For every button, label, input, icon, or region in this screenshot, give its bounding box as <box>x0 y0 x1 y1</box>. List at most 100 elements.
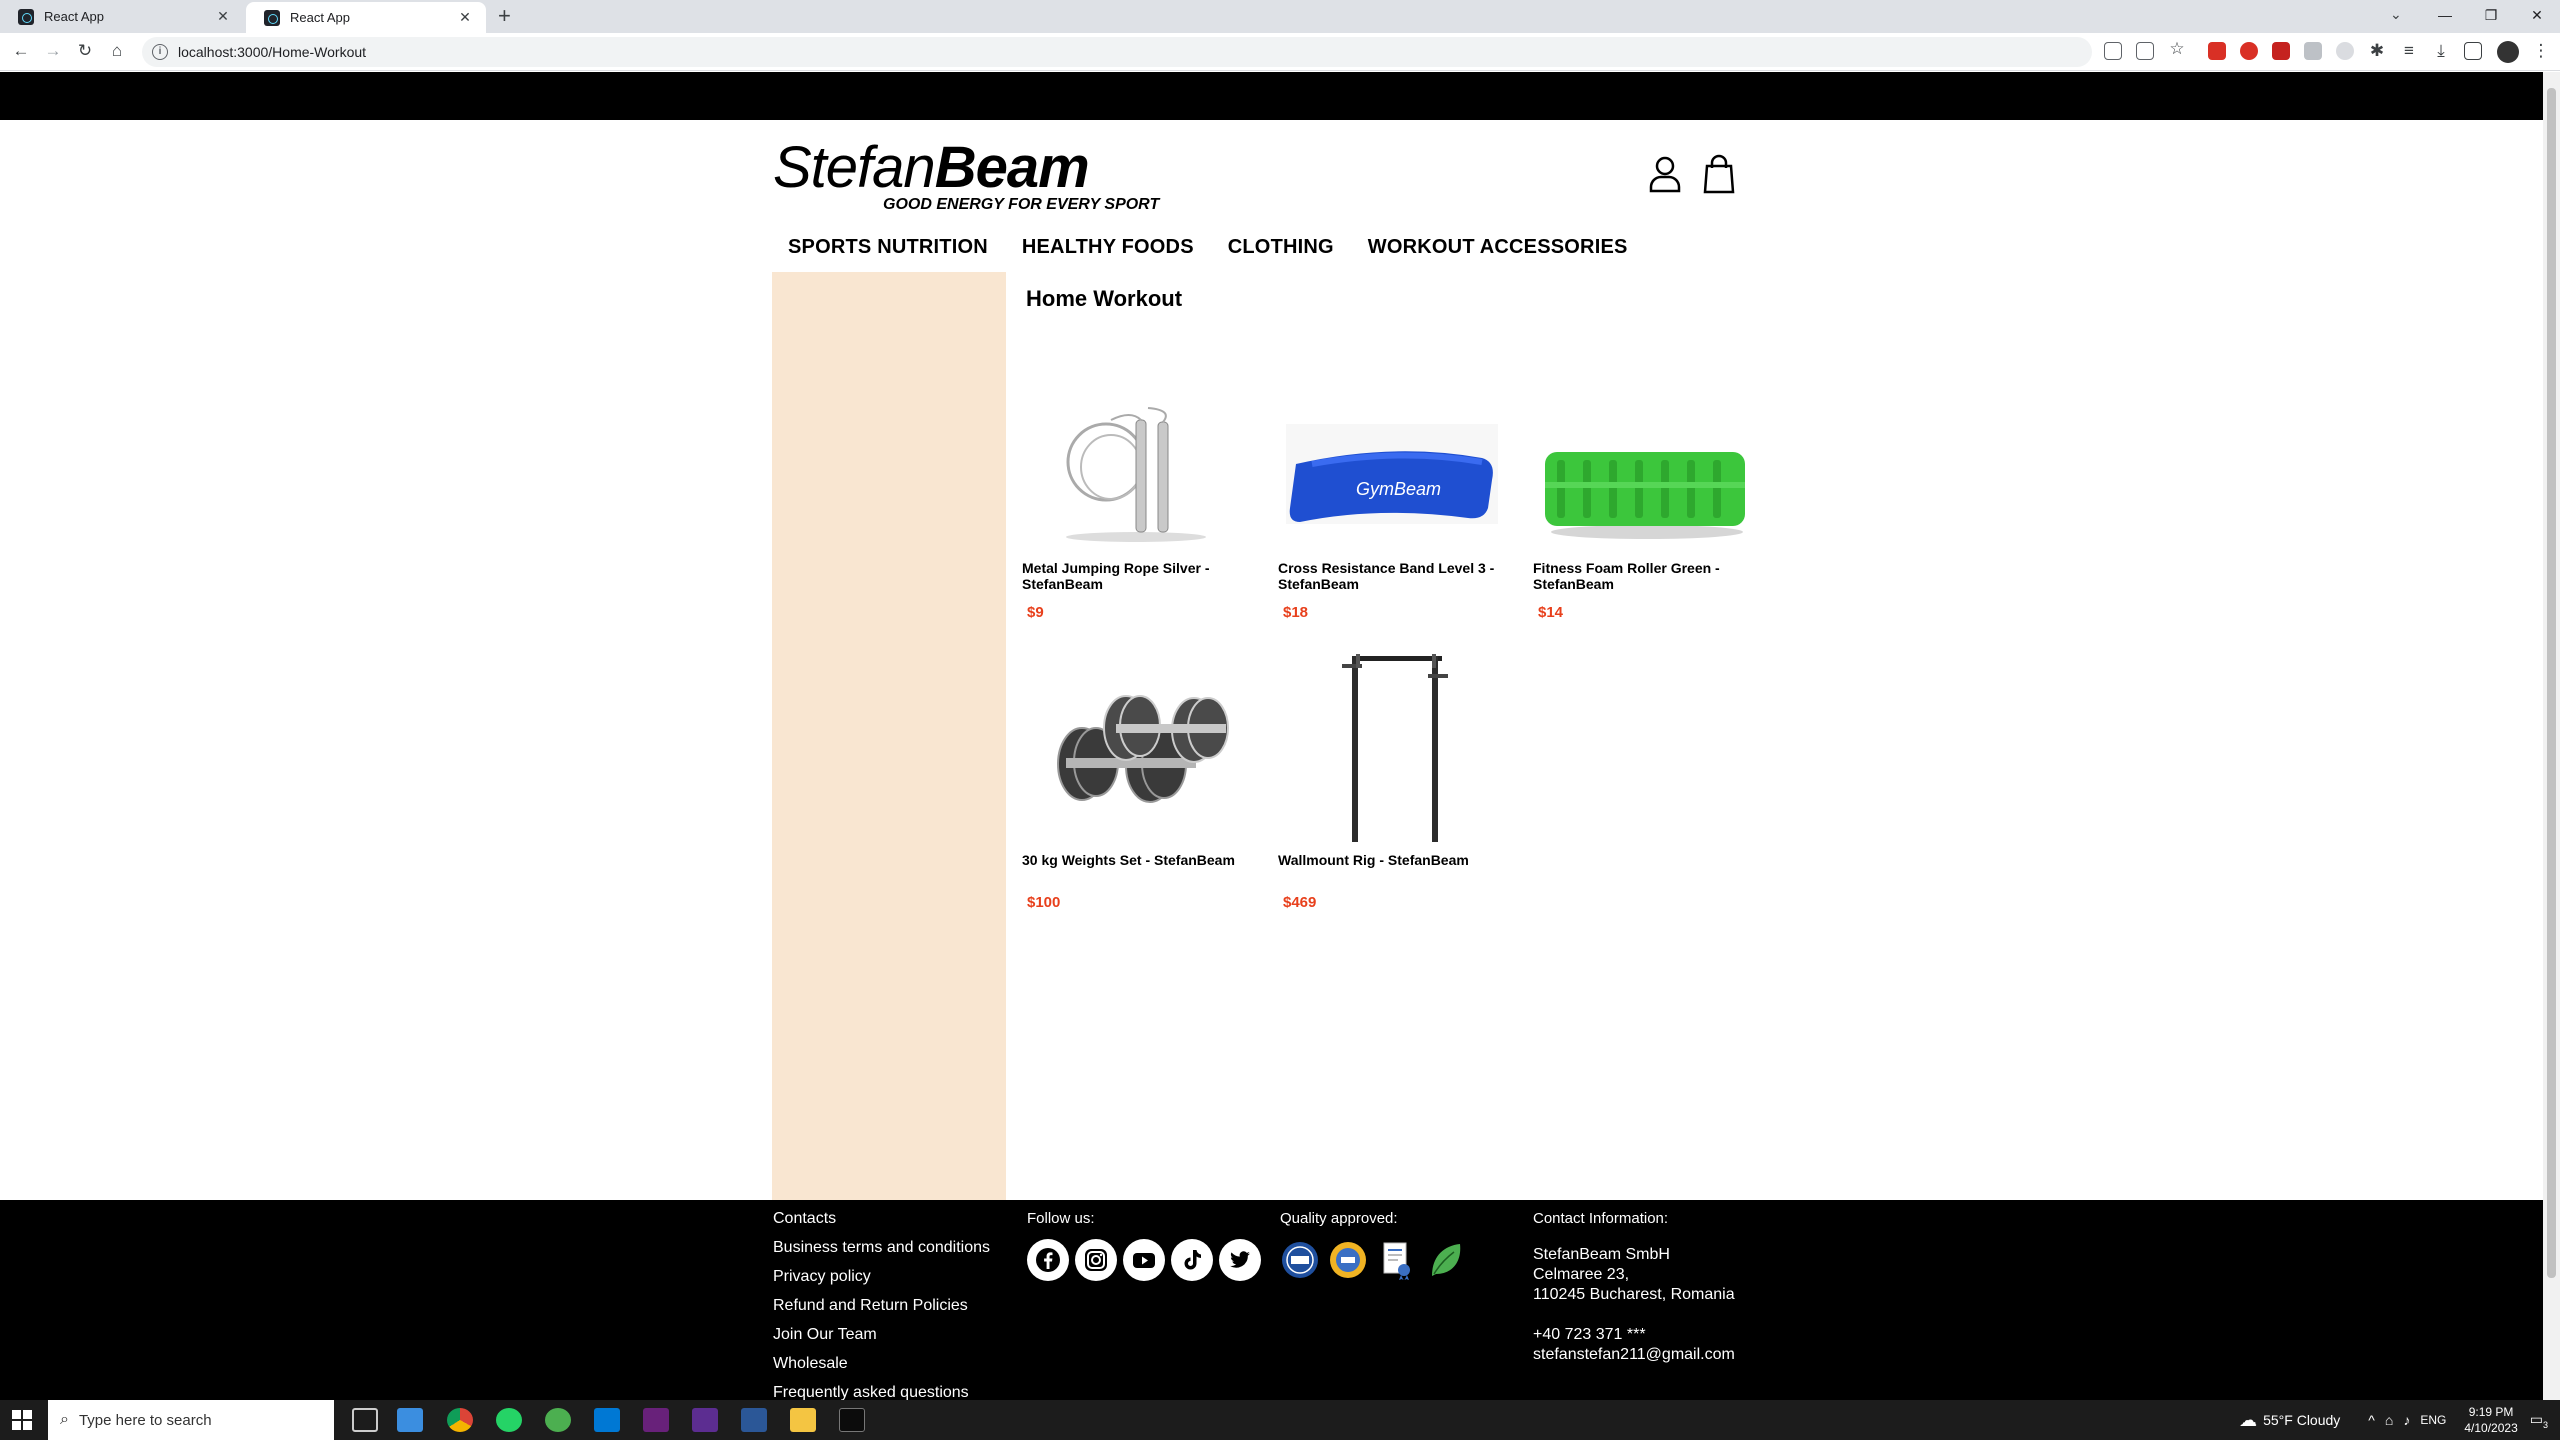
footer-link-faq[interactable]: Frequently asked questions <box>773 1378 990 1400</box>
browser-tab[interactable]: React App ✕ <box>0 0 244 33</box>
taskbar-app-icon[interactable] <box>397 1408 423 1432</box>
contact-information-label: Contact Information: <box>1533 1210 1669 1227</box>
taskbar-clock[interactable]: 9:19 PM 4/10/2023 <box>2464 1404 2517 1436</box>
forward-icon[interactable]: → <box>42 41 64 61</box>
notifications-icon[interactable]: ▭3 <box>2530 1411 2548 1430</box>
extension-icon[interactable] <box>2304 42 2322 60</box>
product-name[interactable]: Wallmount Rig - StefanBeam <box>1278 852 1514 868</box>
reading-list-icon[interactable]: ≡ <box>2398 41 2420 61</box>
nav-clothing[interactable]: CLOTHING <box>1228 236 1334 259</box>
youtube-icon[interactable] <box>1123 1239 1165 1281</box>
language-indicator[interactable]: ENG <box>2420 1413 2446 1427</box>
extensions-puzzle-icon[interactable]: ✱ <box>2366 41 2388 61</box>
home-icon[interactable]: ⌂ <box>106 41 128 61</box>
product-price: $18 <box>1283 604 1309 621</box>
product-name[interactable]: 30 kg Weights Set - StefanBeam <box>1022 852 1258 868</box>
page-scrollbar[interactable] <box>2543 72 2560 1400</box>
extension-icon[interactable] <box>2240 42 2258 60</box>
extension-icon[interactable] <box>2336 42 2354 60</box>
shield-extension-icon[interactable] <box>2272 42 2290 60</box>
footer-link-join-team[interactable]: Join Our Team <box>773 1320 990 1349</box>
volume-icon[interactable]: ♪ <box>2403 1412 2410 1428</box>
product-name[interactable]: Fitness Foam Roller Green - StefanBeam <box>1533 560 1769 592</box>
restore-window-button[interactable]: ❐ <box>2468 0 2514 33</box>
wall-rig-image[interactable] <box>1282 644 1502 844</box>
new-tab-button[interactable]: + <box>498 3 511 29</box>
product-card[interactable]: GymBeam Cross Resistance Band Level 3 - … <box>1278 352 1514 621</box>
footer-link-business-terms[interactable]: Business terms and conditions <box>773 1233 990 1262</box>
browser-tab-bar: React App ✕ React App ✕ + ⌄ — ❐ ✕ <box>0 0 2560 33</box>
address-bar[interactable]: i localhost:3000/Home-Workout <box>142 37 2092 67</box>
dumbbells-image[interactable] <box>1026 644 1246 844</box>
footer-link-contacts[interactable]: Contacts <box>773 1204 990 1233</box>
visual-studio-taskbar-icon[interactable] <box>643 1408 669 1432</box>
network-icon[interactable]: ⌂ <box>2385 1412 2393 1428</box>
user-account-icon[interactable] <box>1648 154 1682 194</box>
instagram-icon[interactable] <box>1075 1239 1117 1281</box>
nav-workout-accessories[interactable]: WORKOUT ACCESSORIES <box>1368 236 1628 259</box>
logo-brand-light: Stefan <box>773 135 936 200</box>
taskbar-app-icon[interactable] <box>692 1408 718 1432</box>
iso-badge-icon <box>1280 1239 1320 1281</box>
scrollbar-thumb[interactable] <box>2547 88 2556 1278</box>
footer-links: Contacts Business terms and conditions P… <box>773 1204 990 1400</box>
install-app-icon[interactable] <box>2104 42 2122 60</box>
facebook-icon[interactable] <box>1027 1239 1069 1281</box>
windows-start-icon[interactable] <box>12 1410 32 1430</box>
chrome-menu-icon[interactable]: ⋮ <box>2530 41 2552 61</box>
foam-roller-image[interactable] <box>1537 352 1757 552</box>
footer-link-refund-policy[interactable]: Refund and Return Policies <box>773 1291 990 1320</box>
footer-link-privacy-policy[interactable]: Privacy policy <box>773 1262 990 1291</box>
jump-rope-image[interactable] <box>1026 352 1246 552</box>
back-icon[interactable]: ← <box>10 41 32 61</box>
close-tab-icon[interactable]: ✕ <box>456 9 474 26</box>
file-explorer-taskbar-icon[interactable] <box>790 1408 816 1432</box>
company-email[interactable]: stefanstefan211@gmail.com <box>1533 1345 1735 1365</box>
taskbar-app-icon[interactable] <box>545 1408 571 1432</box>
browser-tab-active[interactable]: React App ✕ <box>246 2 486 33</box>
close-window-button[interactable]: ✕ <box>2514 0 2560 33</box>
bookmark-star-icon[interactable]: ☆ <box>2166 39 2188 59</box>
footer-link-wholesale[interactable]: Wholesale <box>773 1349 990 1378</box>
company-phone[interactable]: +40 723 371 *** <box>1533 1325 1735 1345</box>
tab-search-icon[interactable]: ⌄ <box>2390 6 2402 23</box>
shopping-bag-icon[interactable] <box>1702 154 1736 194</box>
task-view-icon[interactable] <box>352 1408 378 1432</box>
tiktok-icon[interactable] <box>1171 1239 1213 1281</box>
react-favicon-icon <box>18 8 34 25</box>
minimize-window-button[interactable]: — <box>2422 0 2468 33</box>
product-card[interactable]: Wallmount Rig - StefanBeam $469 <box>1278 644 1514 911</box>
resistance-band-image[interactable]: GymBeam <box>1282 352 1502 552</box>
nav-healthy-foods[interactable]: HEALTHY FOODS <box>1022 236 1194 259</box>
page-title: Home Workout <box>1026 286 1183 311</box>
share-icon[interactable] <box>2136 42 2154 60</box>
extension-icon[interactable] <box>2208 42 2226 60</box>
terminal-taskbar-icon[interactable] <box>839 1408 865 1432</box>
eco-leaf-badge-icon <box>1424 1239 1464 1281</box>
site-info-icon[interactable]: i <box>152 44 168 60</box>
footer-quality: Quality approved: <box>1280 1204 1464 1281</box>
product-name[interactable]: Metal Jumping Rope Silver - StefanBeam <box>1022 560 1258 592</box>
profile-avatar-icon[interactable] <box>2497 41 2519 63</box>
twitter-icon[interactable] <box>1219 1239 1261 1281</box>
product-card[interactable]: Metal Jumping Rope Silver - StefanBeam $… <box>1022 352 1258 621</box>
site-logo[interactable]: StefanBeam GOOD ENERGY FOR EVERY SPORT <box>773 135 1159 214</box>
nav-sports-nutrition[interactable]: SPORTS NUTRITION <box>788 236 988 259</box>
close-tab-icon[interactable]: ✕ <box>214 8 232 25</box>
quality-approved-label: Quality approved: <box>1280 1210 1398 1227</box>
weather-icon[interactable]: ☁ <box>2239 1410 2257 1431</box>
taskbar-app-icon[interactable] <box>741 1408 767 1432</box>
chrome-taskbar-icon[interactable] <box>447 1408 473 1432</box>
product-card[interactable]: 30 kg Weights Set - StefanBeam $100 <box>1022 644 1258 911</box>
download-icon[interactable]: ⤓ <box>2430 41 2452 61</box>
weather-text[interactable]: 55°F Cloudy <box>2263 1412 2340 1428</box>
side-panel-icon[interactable] <box>2464 42 2482 60</box>
taskbar-search-box[interactable]: ⌕ Type here to search <box>48 1400 334 1440</box>
product-name[interactable]: Cross Resistance Band Level 3 - StefanBe… <box>1278 560 1514 592</box>
product-card[interactable]: Fitness Foam Roller Green - StefanBeam $… <box>1533 352 1769 621</box>
show-hidden-icons-icon[interactable]: ^ <box>2368 1412 2375 1428</box>
url-text: localhost:3000/Home-Workout <box>178 44 367 60</box>
reload-icon[interactable]: ↻ <box>74 41 96 61</box>
vscode-taskbar-icon[interactable] <box>594 1408 620 1432</box>
whatsapp-taskbar-icon[interactable] <box>496 1408 522 1432</box>
